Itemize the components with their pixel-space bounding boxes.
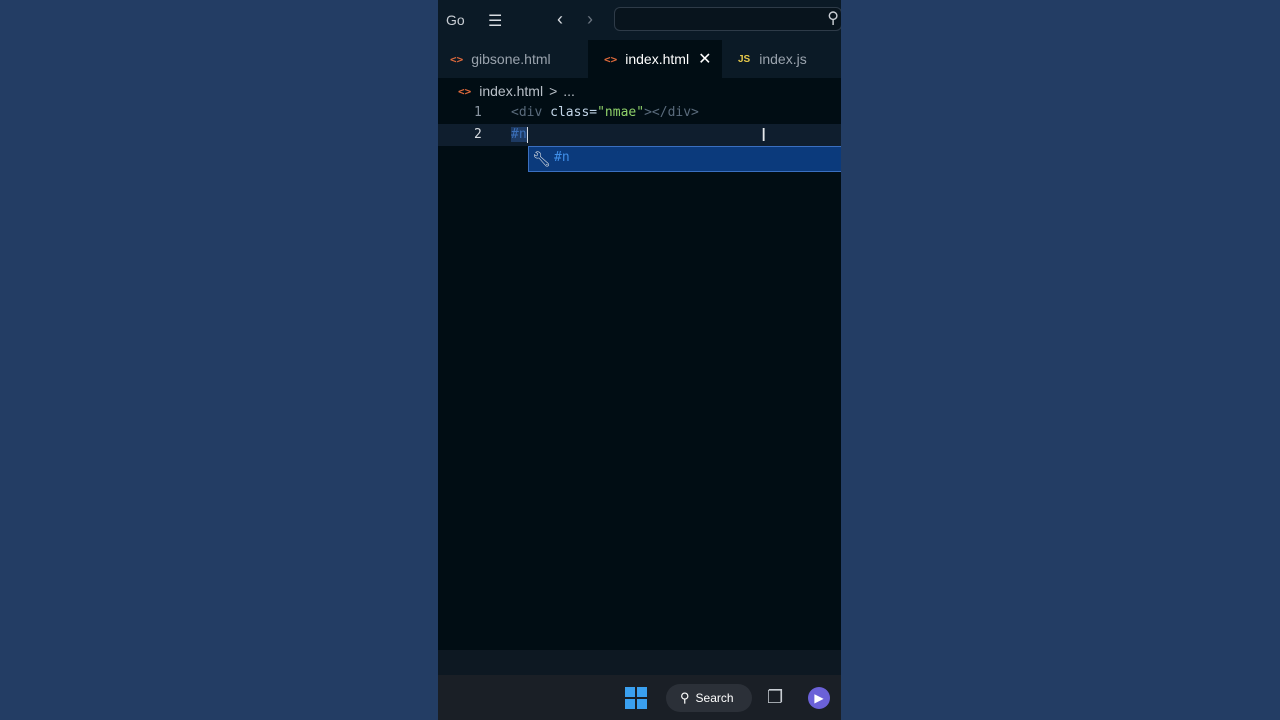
html-file-icon: <> <box>458 84 472 98</box>
command-search-input[interactable]: ⚲ <box>614 7 841 31</box>
teams-icon[interactable]: ▶ <box>808 687 830 709</box>
taskbar: ⚲ Search ❐ ▶ <box>438 675 841 720</box>
token-string: "nmae" <box>597 105 645 120</box>
breadcrumb-rest[interactable]: ... <box>563 83 575 99</box>
code-line-current[interactable]: 2 #n <box>438 124 841 146</box>
ibeam-cursor-icon: I <box>761 125 767 146</box>
tab-index-js[interactable]: JS index.js <box>738 40 841 78</box>
tab-label: index.js <box>759 51 807 67</box>
status-bar <box>438 650 841 675</box>
text-cursor <box>526 126 528 143</box>
suggestion-item[interactable]: 🔧︎ #n <box>528 146 841 172</box>
js-file-icon: JS <box>738 53 751 65</box>
breadcrumb-separator: > <box>549 83 558 99</box>
chevron-left-icon[interactable]: ‹ <box>557 9 563 30</box>
search-icon: ⚲ <box>827 10 839 27</box>
taskbar-search-label: Search <box>695 691 734 705</box>
hamburger-icon[interactable]: ☰ <box>488 11 502 31</box>
code-line[interactable]: 1 <div class="nmae"></div> <box>438 102 841 124</box>
chevron-right-icon[interactable]: › <box>587 9 593 30</box>
tab-gibsone-html[interactable]: <> gibsone.html <box>450 40 590 78</box>
token-attr: class= <box>542 105 598 120</box>
token-bracket: < <box>511 105 519 120</box>
wrench-icon: 🔧︎ <box>532 151 552 168</box>
tab-label: gibsone.html <box>471 51 551 67</box>
token-bracket: > <box>691 105 699 120</box>
menu-go[interactable]: Go <box>446 12 465 28</box>
title-bar: Go ☰ ‹ › ⚲ <box>438 0 841 40</box>
task-view-icon[interactable]: ❐ <box>767 687 783 708</box>
close-icon[interactable]: ✕ <box>698 49 711 69</box>
token-tag: div <box>667 105 692 120</box>
token-typed: #n <box>511 127 527 142</box>
breadcrumb-file[interactable]: index.html <box>479 83 543 99</box>
html-file-icon: <> <box>450 52 464 66</box>
breadcrumb: <> index.html > ... <box>458 82 575 100</box>
code-text: <div class="nmae"></div> <box>511 102 699 124</box>
token-tag: div <box>518 105 543 120</box>
suggestion-label: #n <box>554 150 570 165</box>
editor-window: Go ☰ ‹ › ⚲ <> gibsone.html <> index.html… <box>438 0 841 720</box>
tab-label: index.html <box>625 51 690 67</box>
taskbar-search-button[interactable]: ⚲ Search <box>666 684 752 712</box>
html-file-icon: <> <box>604 52 618 66</box>
windows-logo-icon[interactable] <box>625 687 647 709</box>
token-bracket: ></ <box>644 105 668 120</box>
tab-index-html[interactable]: <> index.html ✕ <box>588 40 722 78</box>
code-text: #n <box>511 124 528 146</box>
line-number: 2 <box>474 127 482 142</box>
line-number: 1 <box>474 105 482 120</box>
tab-bar: <> gibsone.html <> index.html ✕ JS index… <box>438 40 841 78</box>
search-icon: ⚲ <box>680 690 690 705</box>
